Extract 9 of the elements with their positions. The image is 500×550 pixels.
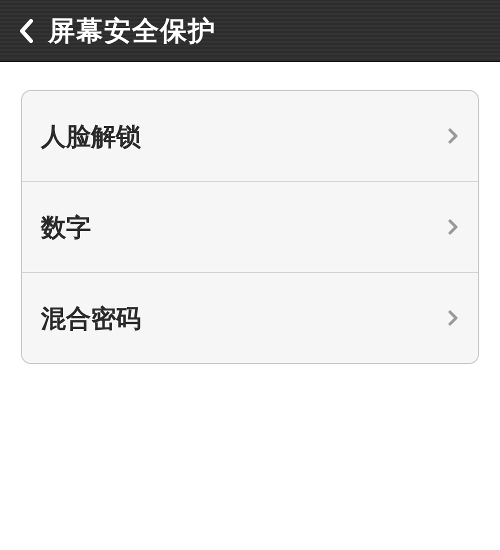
settings-item[interactable]: 人脸解锁 (22, 91, 478, 181)
back-button[interactable] (18, 18, 34, 44)
settings-item[interactable]: 数字 (22, 181, 478, 272)
chevron-icon (448, 310, 458, 326)
settings-item[interactable]: 混合密码 (22, 272, 478, 363)
chevron-icon (448, 219, 458, 235)
page-title: 屏幕安全保护 (48, 14, 216, 48)
back-icon (18, 18, 34, 44)
chevron-icon (448, 128, 458, 144)
